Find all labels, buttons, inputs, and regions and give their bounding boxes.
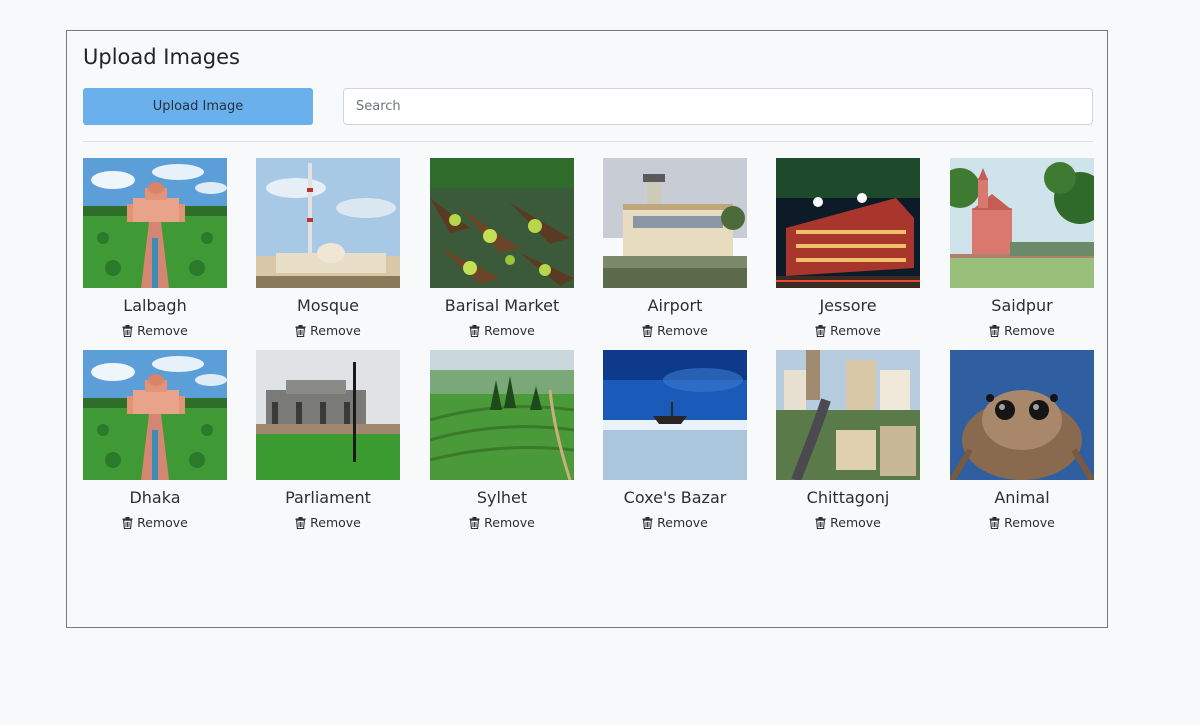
- remove-button[interactable]: Remove: [295, 516, 361, 530]
- image-name: Sylhet: [476, 488, 528, 507]
- gallery-card: Jessore Remove: [776, 158, 920, 341]
- remove-label: Remove: [1004, 323, 1055, 338]
- search-input[interactable]: [343, 88, 1093, 125]
- gallery-card: Saidpur Remove: [950, 158, 1094, 341]
- remove-label: Remove: [310, 323, 361, 338]
- gallery-image[interactable]: [776, 350, 920, 480]
- remove-button[interactable]: Remove: [815, 516, 881, 530]
- remove-label: Remove: [1004, 515, 1055, 530]
- trash-icon: [122, 517, 133, 529]
- image-name: Animal: [994, 488, 1050, 507]
- image-name: Coxe's Bazar: [623, 488, 727, 507]
- remove-button[interactable]: Remove: [122, 324, 188, 338]
- image-name: Jessore: [819, 296, 877, 315]
- image-name: Chittagonj: [806, 488, 890, 507]
- remove-label: Remove: [484, 515, 535, 530]
- gallery-image[interactable]: [950, 350, 1094, 480]
- image-name: Barisal Market: [444, 296, 560, 315]
- upload-image-button[interactable]: Upload Image: [83, 88, 313, 125]
- remove-button[interactable]: Remove: [122, 516, 188, 530]
- gallery-card: Barisal Market Remove: [430, 158, 574, 341]
- divider: [83, 141, 1093, 142]
- gallery-image[interactable]: [776, 158, 920, 288]
- trash-icon: [642, 325, 653, 337]
- remove-label: Remove: [657, 323, 708, 338]
- gallery-image[interactable]: [950, 158, 1094, 288]
- trash-icon: [989, 325, 1000, 337]
- remove-label: Remove: [830, 515, 881, 530]
- upload-images-panel: Upload Images Upload Image Lalbagh: [66, 30, 1108, 628]
- gallery-card: Sylhet Remove: [430, 350, 574, 533]
- image-name: Airport: [647, 296, 703, 315]
- gallery-image[interactable]: [430, 350, 574, 480]
- gallery-card: Lalbagh Remove: [83, 158, 227, 341]
- remove-label: Remove: [137, 515, 188, 530]
- gallery-card: Airport Remove: [603, 158, 747, 341]
- remove-button[interactable]: Remove: [815, 324, 881, 338]
- image-name: Mosque: [296, 296, 360, 315]
- trash-icon: [295, 325, 306, 337]
- remove-button[interactable]: Remove: [295, 324, 361, 338]
- trash-icon: [642, 517, 653, 529]
- remove-label: Remove: [310, 515, 361, 530]
- image-name: Lalbagh: [123, 296, 187, 315]
- gallery-image[interactable]: [603, 350, 747, 480]
- page-title: Upload Images: [83, 45, 240, 69]
- gallery-image[interactable]: [83, 158, 227, 288]
- trash-icon: [122, 325, 133, 337]
- remove-button[interactable]: Remove: [989, 324, 1055, 338]
- remove-button[interactable]: Remove: [642, 516, 708, 530]
- remove-button[interactable]: Remove: [989, 516, 1055, 530]
- remove-button[interactable]: Remove: [642, 324, 708, 338]
- trash-icon: [815, 517, 826, 529]
- gallery-image[interactable]: [603, 158, 747, 288]
- gallery-image[interactable]: [430, 158, 574, 288]
- remove-label: Remove: [484, 323, 535, 338]
- gallery-card: Chittagonj Remove: [776, 350, 920, 533]
- trash-icon: [469, 517, 480, 529]
- remove-button[interactable]: Remove: [469, 516, 535, 530]
- image-name: Dhaka: [129, 488, 181, 507]
- remove-label: Remove: [137, 323, 188, 338]
- remove-button[interactable]: Remove: [469, 324, 535, 338]
- remove-label: Remove: [657, 515, 708, 530]
- gallery-image[interactable]: [256, 158, 400, 288]
- trash-icon: [469, 325, 480, 337]
- remove-label: Remove: [830, 323, 881, 338]
- gallery-image[interactable]: [83, 350, 227, 480]
- gallery-card: Animal Remove: [950, 350, 1094, 533]
- trash-icon: [989, 517, 1000, 529]
- gallery-card: Mosque Remove: [256, 158, 400, 341]
- trash-icon: [295, 517, 306, 529]
- image-name: Parliament: [285, 488, 371, 507]
- trash-icon: [815, 325, 826, 337]
- gallery-card: Coxe's Bazar Remove: [603, 350, 747, 533]
- image-name: Saidpur: [991, 296, 1053, 315]
- gallery-card: Parliament Remove: [256, 350, 400, 533]
- gallery-card: Dhaka Remove: [83, 350, 227, 533]
- gallery-image[interactable]: [256, 350, 400, 480]
